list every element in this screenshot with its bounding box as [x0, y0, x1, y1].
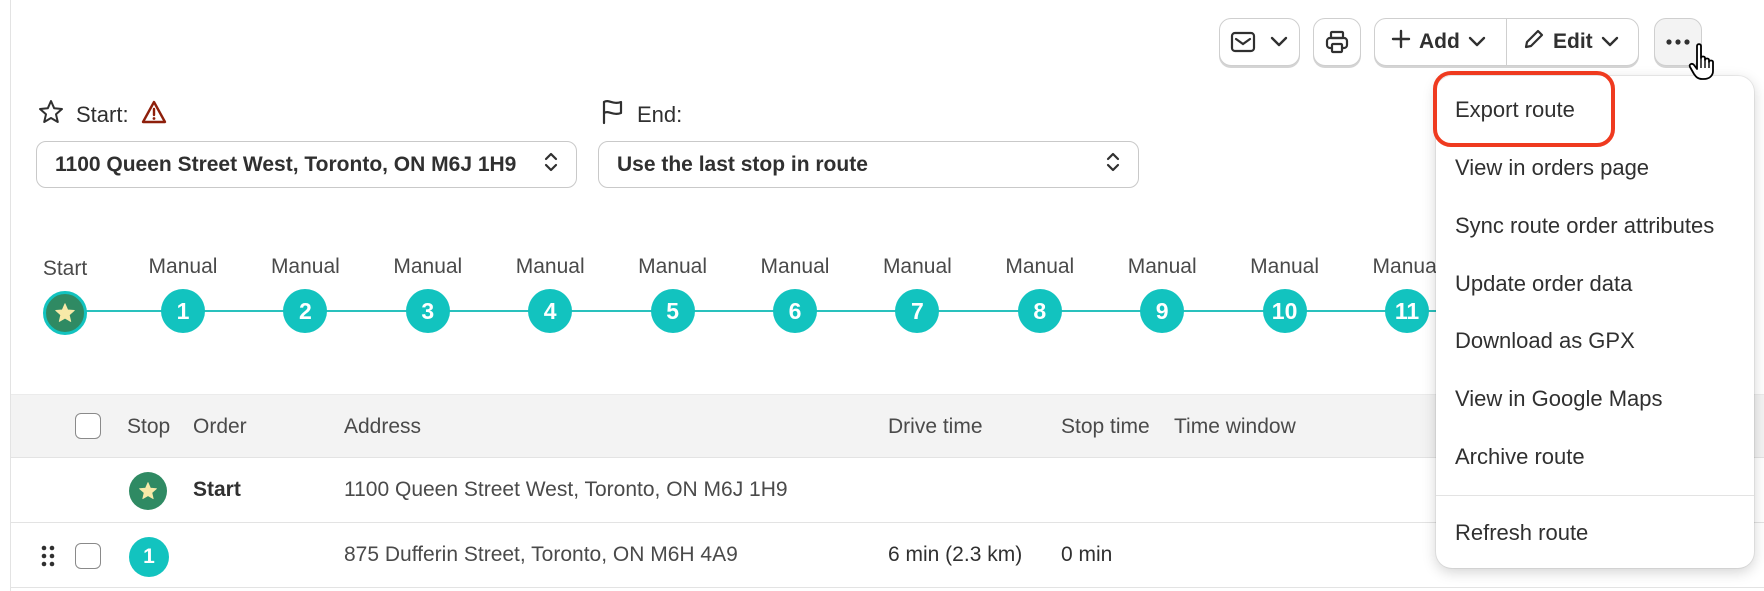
timeline-stop-8[interactable]: Manual 8: [990, 255, 1090, 333]
more-actions-menu: Export route View in orders page Sync ro…: [1436, 76, 1754, 568]
timeline-start-label: Start: [42, 257, 88, 280]
flag-icon: [601, 99, 625, 131]
timeline-stop-label: Manual: [270, 255, 340, 278]
plus-icon: [1391, 29, 1411, 55]
start-star-icon: [43, 291, 87, 335]
timeline-stop-number: 1: [161, 289, 205, 333]
timeline-stop-1[interactable]: Manual 1: [133, 255, 233, 333]
select-arrows-icon: [1106, 150, 1120, 180]
timeline-stop-start[interactable]: Start: [15, 255, 115, 335]
row-stop-number: 1: [129, 537, 169, 577]
edit-button-label: Edit: [1553, 30, 1593, 53]
timeline-stop-label: Manual: [760, 255, 830, 278]
menu-item-update-order-data[interactable]: Update order data: [1455, 271, 1632, 297]
start-label-text: Start:: [76, 102, 129, 127]
end-label-text: End:: [637, 102, 683, 127]
menu-item-refresh-route[interactable]: Refresh route: [1455, 520, 1588, 546]
timeline-stop-5[interactable]: Manual 5: [623, 255, 723, 333]
timeline-stop-number: 4: [528, 289, 573, 333]
timeline-stop-number: 8: [1017, 289, 1062, 333]
menu-item-sync-route-order-attributes[interactable]: Sync route order attributes: [1455, 213, 1714, 239]
printer-icon: [1325, 30, 1349, 54]
end-location-select[interactable]: Use the last stop in route: [598, 141, 1139, 188]
timeline-stop-number: 9: [1140, 289, 1185, 333]
star-icon: [38, 99, 64, 131]
timeline-stop-number: 3: [405, 289, 450, 333]
timeline-stop-number: 5: [650, 289, 695, 333]
timeline-stop-number: 7: [895, 289, 940, 333]
chevron-down-icon: [1468, 30, 1486, 54]
timeline-stop-label: Manual: [1005, 255, 1075, 278]
menu-item-view-in-google-maps[interactable]: View in Google Maps: [1455, 386, 1663, 412]
timeline-stop-2[interactable]: Manual 2: [255, 255, 355, 333]
timeline-stop-number: 11: [1385, 289, 1429, 333]
timeline-stop-9[interactable]: Manual 9: [1112, 255, 1212, 333]
timeline-stop-6[interactable]: Manual 6: [745, 255, 845, 333]
menu-item-view-in-orders-page[interactable]: View in orders page: [1455, 155, 1649, 181]
pencil-icon: [1523, 28, 1545, 56]
menu-item-download-as-gpx[interactable]: Download as GPX: [1455, 328, 1635, 354]
email-menu-button[interactable]: [1219, 18, 1300, 66]
header-address[interactable]: Address: [344, 415, 421, 439]
start-field-label: Start:: [38, 99, 167, 131]
menu-item-archive-route[interactable]: Archive route: [1455, 444, 1585, 470]
timeline-stop-label: Manual: [515, 255, 585, 278]
row-stop-time: 0 min: [1061, 543, 1113, 566]
start-star-icon: [129, 472, 167, 510]
add-button[interactable]: Add: [1375, 19, 1507, 65]
end-field-label: End:: [601, 99, 682, 131]
row-order: Start: [193, 478, 241, 501]
row-checkbox[interactable]: [75, 543, 101, 569]
start-location-value: 1100 Queen Street West, Toronto, ON M6J …: [55, 152, 517, 176]
timeline-stop-label: Manual: [148, 255, 218, 278]
add-edit-button-group: Add Edit: [1374, 18, 1639, 66]
timeline-stop-4[interactable]: Manual 4: [500, 255, 600, 333]
timeline-stop-label: Manual: [1127, 255, 1197, 278]
row-address: 875 Dufferin Street, Toronto, ON M6H 4A9: [344, 543, 738, 566]
export-route-highlight: [1433, 71, 1615, 147]
timeline-stop-number: 2: [283, 289, 328, 333]
add-button-label: Add: [1419, 30, 1460, 53]
menu-divider: [1436, 495, 1754, 496]
select-arrows-icon: [544, 150, 558, 180]
end-location-value: Use the last stop in route: [617, 152, 868, 176]
timeline-stop-label: Manual: [882, 255, 952, 278]
row-address: 1100 Queen Street West, Toronto, ON M6J …: [344, 478, 788, 501]
header-time-window[interactable]: Time window: [1174, 415, 1296, 439]
timeline-stop-label: Manual: [638, 255, 708, 278]
header-drive-time[interactable]: Drive time: [888, 415, 983, 439]
timeline-stop-number: 6: [773, 289, 817, 333]
timeline-stop-3[interactable]: Manual 3: [378, 255, 478, 333]
warning-icon: [141, 100, 167, 130]
timeline-stop-number: 10: [1262, 289, 1307, 333]
chevron-down-icon: [1601, 30, 1619, 54]
chevron-down-icon: [1270, 36, 1288, 48]
select-all-checkbox[interactable]: [75, 413, 101, 439]
timeline-stop-label: Manual: [1250, 255, 1320, 278]
header-order[interactable]: Order: [193, 415, 247, 439]
header-stop-time[interactable]: Stop time: [1061, 415, 1150, 439]
timeline-stop-label: Manual: [393, 255, 463, 278]
drag-handle-icon[interactable]: [40, 545, 56, 572]
start-location-select[interactable]: 1100 Queen Street West, Toronto, ON M6J …: [36, 141, 577, 188]
row-drive-time: 6 min (2.3 km): [888, 543, 1023, 566]
edit-button[interactable]: Edit: [1507, 19, 1638, 65]
envelope-icon: [1230, 31, 1256, 53]
print-button[interactable]: [1313, 18, 1361, 66]
hand-pointer-cursor-icon: [1688, 42, 1720, 87]
timeline-stop-7[interactable]: Manual 7: [867, 255, 967, 333]
timeline-stop-10[interactable]: Manual 10: [1235, 255, 1335, 333]
header-stop[interactable]: Stop: [127, 415, 170, 439]
